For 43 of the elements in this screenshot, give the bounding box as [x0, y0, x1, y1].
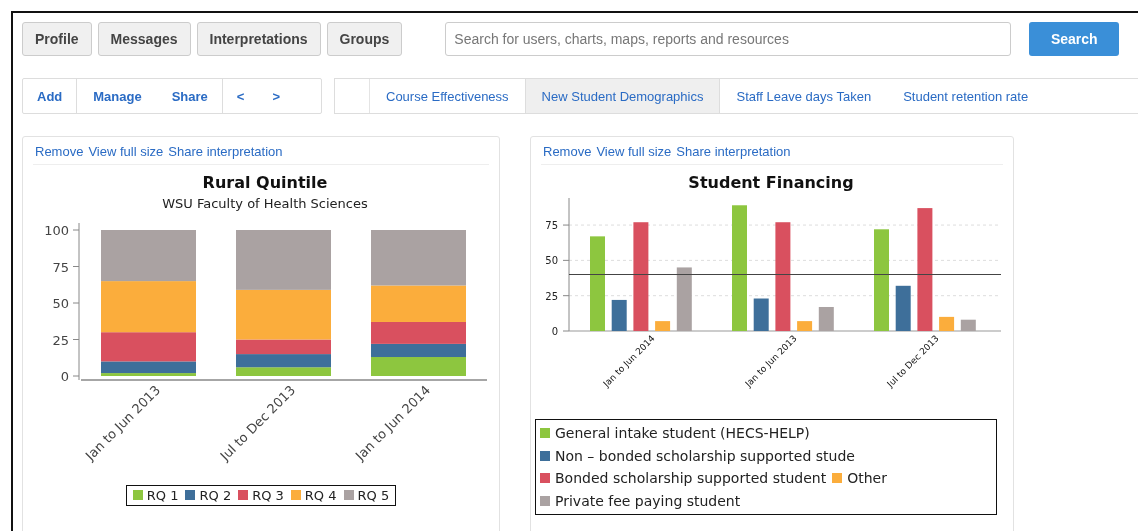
axis-tick-label: 25: [52, 332, 69, 348]
tab[interactable]: Student retention rate: [887, 79, 1045, 113]
card-link[interactable]: Remove: [35, 144, 84, 159]
nav-button[interactable]: Messages: [97, 21, 191, 56]
legend-label: RQ 2: [199, 488, 232, 503]
card-link[interactable]: Share interpretation: [168, 144, 283, 159]
card-link[interactable]: Remove: [543, 144, 592, 159]
axis-tick-label: 0: [60, 369, 69, 384]
tab[interactable]: Course Effectiveness: [370, 79, 525, 113]
toolbar-button[interactable]: <: [222, 79, 259, 113]
legend-label: General intake student (HECS-HELP): [555, 425, 810, 441]
axis-tick-label: 100: [44, 223, 69, 238]
legend-label: Private fee paying student: [555, 492, 741, 509]
tab[interactable]: New Student Demographics: [524, 79, 721, 113]
toolbar-button[interactable]: Manage: [77, 79, 158, 113]
search-button[interactable]: Search: [1029, 21, 1120, 56]
toolbar-button[interactable]: Add: [23, 79, 78, 113]
legend-label: RQ 5: [357, 488, 390, 503]
toolbar-button[interactable]: >: [258, 79, 294, 113]
chart-title: Student Financing: [688, 173, 854, 192]
nav-button[interactable]: Profile: [22, 21, 92, 56]
axis-tick-label: 75: [52, 259, 69, 275]
chart-title: Rural Quintile: [202, 173, 328, 192]
tab[interactable]: Staff Leave days Taken: [720, 79, 888, 113]
axis-tick-label: 0: [551, 326, 558, 337]
legend-label: RQ 1: [146, 488, 179, 503]
axis-tick-label: 50: [545, 255, 558, 267]
legend-label: Bonded scholarship supported student: [555, 470, 827, 486]
toolbar-button[interactable]: Share: [157, 79, 223, 113]
legend-label: RQ 4: [304, 488, 337, 503]
legend-label: Non – bonded scholarship supported stude: [555, 447, 855, 464]
axis-tick-label: 75: [545, 220, 558, 232]
axis-tick-label: 25: [545, 290, 558, 302]
nav-button[interactable]: Groups: [326, 21, 403, 56]
search-field[interactable]: Search for users, charts, maps, reports and resources: [445, 21, 1012, 56]
card-link[interactable]: View full size: [596, 144, 672, 159]
card-link[interactable]: Share interpretation: [676, 144, 791, 159]
legend-label: Other: [847, 470, 887, 486]
card-link[interactable]: View full size: [88, 144, 164, 159]
legend-label: RQ 3: [252, 488, 284, 503]
chart-subtitle: WSU Faculty of Health Sciences: [162, 196, 368, 211]
nav-button[interactable]: Interpretations: [196, 21, 321, 56]
axis-tick-label: 50: [52, 296, 69, 311]
